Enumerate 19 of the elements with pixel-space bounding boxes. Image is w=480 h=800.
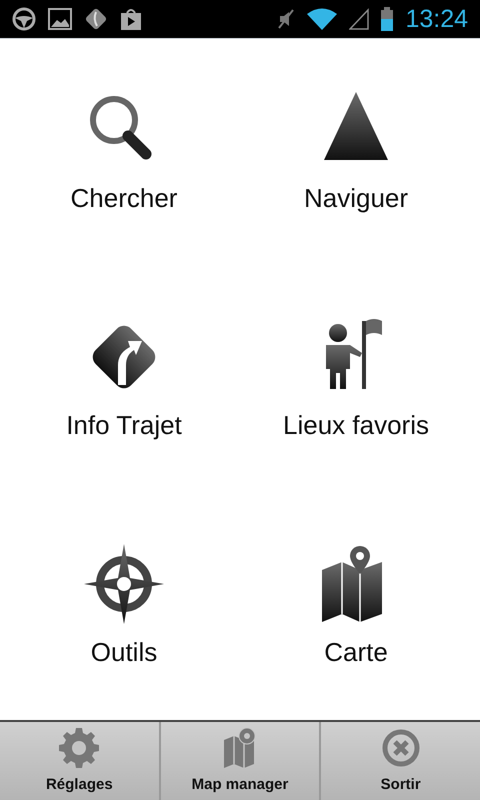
menu-tile[interactable]: Carte xyxy=(240,493,472,720)
signal-icon xyxy=(349,8,370,30)
battery-icon xyxy=(381,7,394,31)
menu-tile[interactable]: Lieux favoris xyxy=(240,266,472,493)
shopping-bag-icon xyxy=(120,7,142,31)
menu-tile[interactable]: Info Trajet xyxy=(8,266,240,493)
menu-tile[interactable]: Outils xyxy=(8,493,240,720)
muted-speaker-icon xyxy=(277,8,296,30)
gear-icon xyxy=(59,726,100,770)
toolbar-button[interactable]: Map manager xyxy=(160,722,320,800)
steering-wheel-icon xyxy=(12,7,36,31)
menu-tile[interactable]: Naviguer xyxy=(240,39,472,266)
wifi-icon xyxy=(307,7,338,31)
toolbar-button[interactable]: Réglages xyxy=(0,722,159,800)
toolbar-button[interactable]: Sortir xyxy=(321,722,480,800)
clock: 13:24 xyxy=(405,6,468,32)
compass-rose-icon xyxy=(84,544,164,624)
menu-tile[interactable]: Chercher xyxy=(8,39,240,266)
image-icon xyxy=(48,8,72,30)
